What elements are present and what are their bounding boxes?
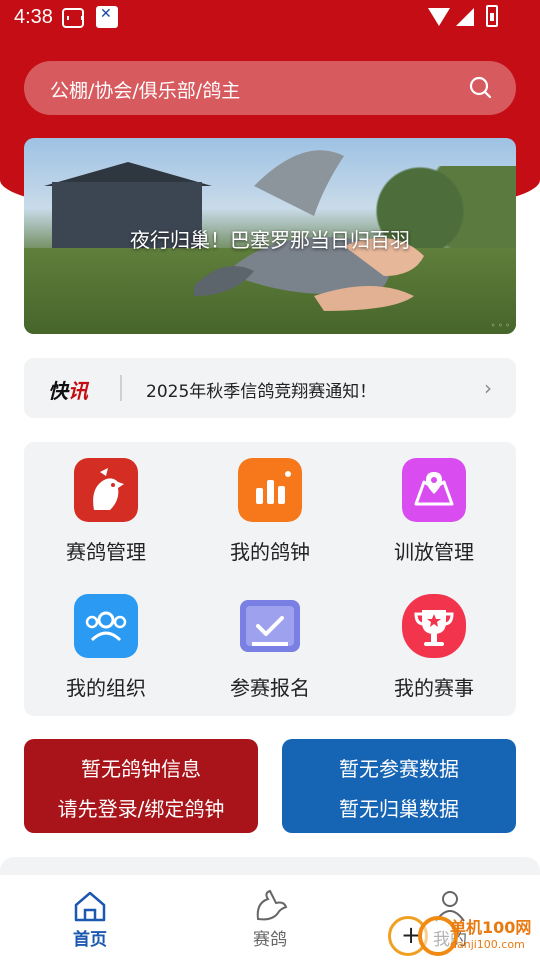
feature-grid: 赛鸽管理 我的鸽钟 训放管理 我的组织 参赛报名 我的赛事 [24,442,516,716]
search-bar[interactable]: 公棚/协会/俱乐部/鸽主 [24,61,516,115]
watermark-url: danji100.com [450,938,525,951]
status-time: 4:38 [14,6,53,28]
news-text: 2025年秋季信鸽竞翔赛通知！ [146,382,377,402]
news-tag: 快讯 [48,375,88,404]
race-data-line2: 暂无归巢数据 [339,797,459,821]
tab-label: 首页 [73,930,107,950]
clock-info-line2: 请先登录/绑定鸽钟 [57,797,225,821]
grid-item-race-registration[interactable]: 参赛报名 [188,578,352,714]
grid-item-training-release[interactable]: 训放管理 [352,442,516,578]
tab-home[interactable]: 首页 [0,875,180,960]
signal-icon [456,8,474,26]
site-watermark: 单机100网 danji100.com [388,910,538,956]
clock-info-card[interactable]: 暂无鸽钟信息 请先登录/绑定鸽钟 [24,739,258,833]
grid-item-race-pigeon-management[interactable]: 赛鸽管理 [24,442,188,578]
status-bar: 4:38 [0,0,540,36]
tab-label: 赛鸽 [253,930,287,950]
wifi-icon [428,8,450,26]
grid-item-my-clock[interactable]: 我的鸽钟 [188,442,352,578]
search-placeholder: 公棚/协会/俱乐部/鸽主 [50,80,241,102]
race-data-card[interactable]: 暂无参赛数据 暂无归巢数据 [282,739,516,833]
search-icon[interactable] [468,75,492,99]
grid-item-label: 参赛报名 [230,676,310,700]
trophy-icon [402,594,466,658]
bar-chart-icon [238,458,302,522]
watermark-site: 单机100网 [450,918,532,937]
battery-icon [486,5,498,27]
banner-caption: 夜行归巢！巴塞罗那当日归百羽 [130,228,410,252]
news-tag-part-2: 讯 [68,379,88,403]
home-icon [74,891,106,922]
news-tag-part-1: 快 [48,379,68,403]
book-check-icon [240,600,300,652]
app-logo-notification-icon [96,6,118,28]
news-divider [120,375,122,401]
grid-item-my-events[interactable]: 我的赛事 [352,578,516,714]
section-divider [0,857,540,875]
grid-item-my-organization[interactable]: 我的组织 [24,578,188,714]
promo-banner[interactable]: 夜行归巢！巴塞罗那当日归百羽 ◦ ◦ ◦ [24,138,516,334]
grid-item-label: 我的赛事 [394,676,474,700]
tab-pigeons[interactable]: 赛鸽 [180,875,360,960]
grid-item-label: 赛鸽管理 [66,540,146,564]
grid-item-label: 训放管理 [394,540,474,564]
race-data-line1: 暂无参赛数据 [339,757,459,781]
dove-icon [256,889,288,921]
grid-item-label: 我的鸽钟 [230,540,310,564]
app-notification-icon [62,8,84,28]
grid-item-label: 我的组织 [66,676,146,700]
banner-watermark: ◦ ◦ ◦ [490,321,510,330]
chevron-right-icon: › [484,376,492,400]
news-ticker[interactable]: 快讯 2025年秋季信鸽竞翔赛通知！ › [24,358,516,418]
group-icon [74,594,138,658]
map-pin-icon [402,458,466,522]
pigeon-logo-icon [74,458,138,522]
clock-info-line1: 暂无鸽钟信息 [81,757,201,781]
